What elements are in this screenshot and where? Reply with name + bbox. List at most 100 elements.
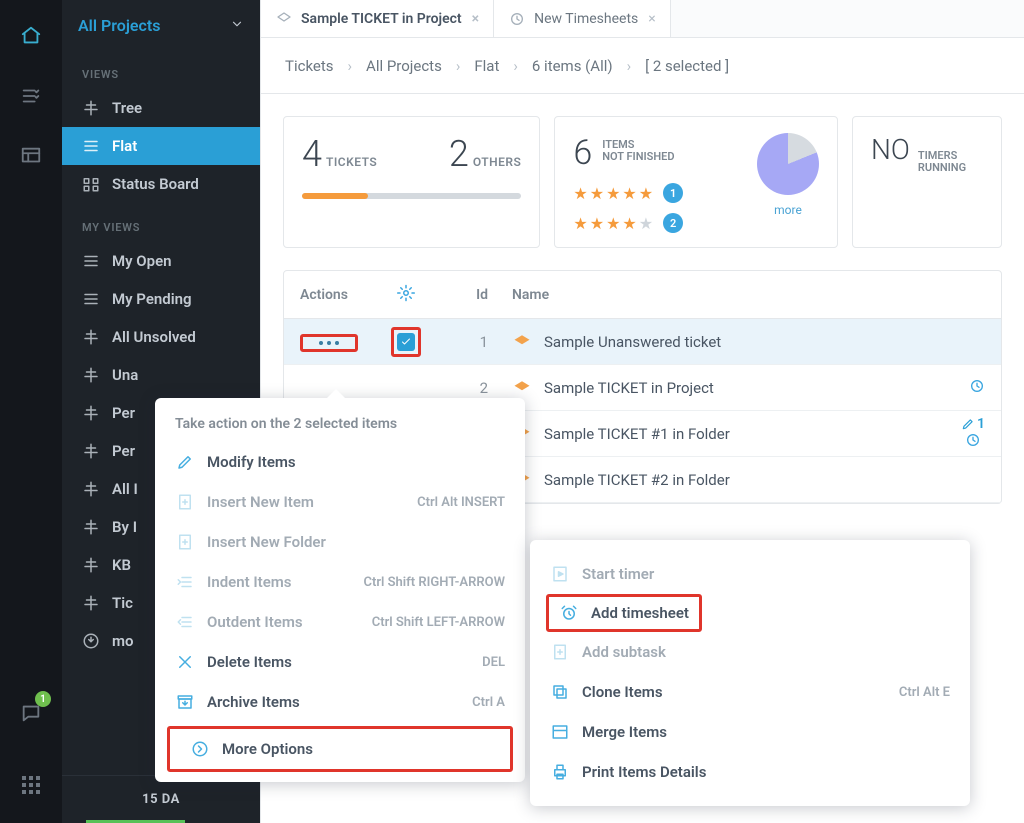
menu-start-timer[interactable]: Start timer	[530, 554, 970, 594]
left-rail: 1	[0, 0, 62, 823]
rating-count-badge: 2	[663, 213, 683, 233]
tab-sample-ticket[interactable]: Sample TICKET in Project ×	[261, 0, 494, 37]
more-options-menu: Start timer Add timesheet Add subtask Cl…	[530, 540, 970, 806]
sidebar-item-label: Per	[112, 442, 135, 460]
rail-tickets-icon[interactable]	[13, 18, 49, 54]
archive-icon	[175, 692, 195, 712]
tree-icon	[82, 442, 100, 460]
card-items-not-finished[interactable]: 6 ITEMSNOT FINISHED ★★★★★ 1 ★★★★★ 2 more	[554, 116, 838, 248]
sidebar-item-label: mo	[112, 632, 134, 650]
chevron-right-icon: ›	[627, 57, 632, 75]
sidebar-item-label: All I	[112, 480, 138, 498]
tree-icon	[82, 404, 100, 422]
col-name[interactable]: Name	[512, 287, 997, 303]
menu-outdent-items[interactable]: Outdent Items Ctrl Shift LEFT-ARROW	[155, 602, 525, 642]
sidebar-item-label: Flat	[112, 137, 137, 155]
edit-indicator[interactable]: 1	[961, 416, 997, 452]
ticket-icon	[512, 332, 532, 352]
summary-cards: 4 TICKETS 2 OTHERS 6 ITEMSNOT FINISHED ★…	[261, 94, 1024, 260]
menu-header: Take action on the 2 selected items	[155, 398, 525, 442]
tree-icon	[82, 480, 100, 498]
sidebar-myview-all-unsolved[interactable]: All Unsolved	[62, 318, 260, 356]
sidebar-item-label: Per	[112, 404, 135, 422]
row-id: 1	[432, 333, 512, 351]
actions-menu: Take action on the 2 selected items Modi…	[155, 398, 525, 782]
not-finished-count: 6	[573, 133, 592, 173]
menu-insert-folder[interactable]: Insert New Folder	[155, 522, 525, 562]
row-name: Sample TICKET #2 in Folder	[544, 471, 730, 489]
rail-apps-icon[interactable]	[13, 767, 49, 803]
plus-file-icon	[175, 492, 195, 512]
breadcrumb-item[interactable]: Tickets	[285, 57, 334, 75]
card-timers[interactable]: NO TIMERSRUNNING	[852, 116, 1002, 248]
breadcrumb-item[interactable]: 6 items (All)	[532, 57, 613, 75]
breadcrumb-item[interactable]: All Projects	[366, 57, 442, 75]
tab-label: Sample TICKET in Project	[301, 11, 462, 27]
sidebar-myview-my-pending[interactable]: My Pending	[62, 280, 260, 318]
rail-board-icon[interactable]	[13, 138, 49, 174]
card-item-counts[interactable]: 4 TICKETS 2 OTHERS	[283, 116, 540, 248]
menu-delete-items[interactable]: Delete Items DEL	[155, 642, 525, 682]
plus-file-icon	[550, 642, 570, 662]
star-icon: ★★★★★	[573, 184, 655, 203]
menu-merge-items[interactable]: Merge Items	[530, 712, 970, 752]
tab-close-icon[interactable]: ×	[648, 11, 655, 27]
sidebar-title: All Projects	[78, 16, 160, 35]
row-actions-button[interactable]	[300, 334, 358, 352]
menu-clone-items[interactable]: Clone Items Ctrl Alt E	[530, 672, 970, 712]
tab-label: New Timesheets	[534, 11, 638, 27]
x-icon	[175, 652, 195, 672]
sidebar-view-flat[interactable]: Flat	[62, 127, 260, 165]
col-id[interactable]: Id	[432, 287, 512, 303]
sidebar-view-status-board[interactable]: Status Board	[62, 165, 260, 203]
col-actions[interactable]: Actions	[288, 287, 380, 303]
outdent-icon	[175, 612, 195, 632]
menu-modify-items[interactable]: Modify Items	[155, 442, 525, 482]
col-settings[interactable]	[380, 284, 432, 306]
sidebar-myview-my-open[interactable]: My Open	[62, 242, 260, 280]
menu-insert-item[interactable]: Insert New Item Ctrl Alt INSERT	[155, 482, 525, 522]
menu-indent-items[interactable]: Indent Items Ctrl Shift RIGHT-ARROW	[155, 562, 525, 602]
workspace-tabs: Sample TICKET in Project × New Timesheet…	[261, 0, 1024, 38]
alarm-icon	[559, 603, 579, 623]
breadcrumb-item[interactable]: Flat	[474, 57, 499, 75]
menu-more-options[interactable]: More Options	[170, 729, 510, 769]
menu-shortcut: Ctrl A	[472, 695, 505, 710]
menu-shortcut: Ctrl Shift LEFT-ARROW	[372, 615, 505, 630]
sidebar-item-label: Tree	[112, 99, 142, 117]
list-icon	[82, 290, 100, 308]
table-row[interactable]: 1 Sample Unanswered ticket	[284, 319, 1001, 365]
breadcrumb-selection: [ 2 selected ]	[645, 57, 729, 75]
menu-print-details[interactable]: Print Items Details	[530, 752, 970, 792]
clock-icon[interactable]	[969, 378, 997, 398]
play-icon	[550, 564, 570, 584]
plus-file-icon	[175, 532, 195, 552]
tickets-count: 4	[302, 133, 322, 175]
clock-icon	[508, 10, 526, 28]
sidebar-project-selector[interactable]: All Projects	[62, 0, 260, 50]
list-icon	[82, 137, 100, 155]
menu-shortcut: DEL	[482, 655, 505, 670]
sidebar-myview-partial-1[interactable]: Una	[62, 356, 260, 394]
arrow-circle-icon	[190, 739, 210, 759]
gear-icon	[397, 290, 415, 306]
menu-archive-items[interactable]: Archive Items Ctrl A	[155, 682, 525, 722]
rail-chat-icon[interactable]: 1	[13, 695, 49, 731]
rating-4-star-row: ★★★★★ 2	[573, 213, 743, 233]
chevron-down-icon	[230, 16, 244, 35]
star-icon: ★★★★★	[573, 214, 655, 233]
more-link[interactable]: more	[774, 203, 802, 217]
sidebar-item-label: By I	[112, 518, 137, 536]
tab-new-timesheets[interactable]: New Timesheets ×	[494, 0, 671, 37]
sidebar-footer[interactable]: 15 DA	[62, 775, 260, 823]
row-checkbox[interactable]	[391, 327, 421, 357]
sidebar-item-label: My Open	[112, 252, 172, 270]
sidebar-view-tree[interactable]: Tree	[62, 89, 260, 127]
menu-add-subtask[interactable]: Add subtask	[530, 632, 970, 672]
sidebar-item-label: Tic	[112, 594, 133, 612]
rail-tasks-icon[interactable]	[13, 78, 49, 114]
menu-add-timesheet[interactable]: Add timesheet	[549, 597, 699, 629]
tab-close-icon[interactable]: ×	[472, 11, 479, 27]
chevron-right-icon: ›	[513, 57, 518, 75]
board-icon	[82, 175, 100, 193]
